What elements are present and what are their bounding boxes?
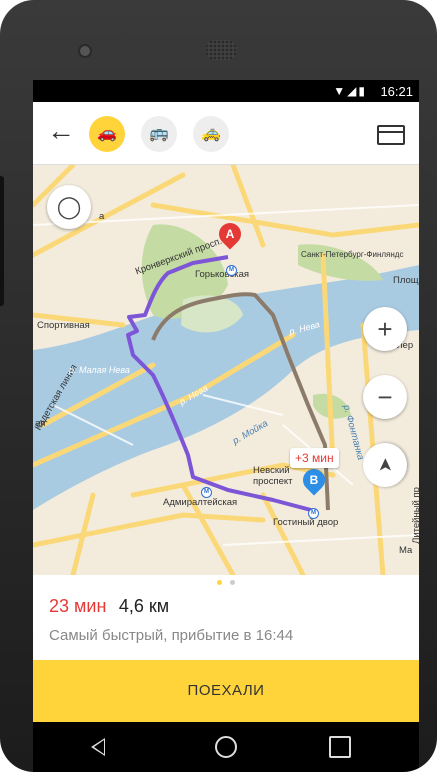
speaker-grille xyxy=(205,40,237,60)
taxi-mode-button[interactable]: 🚕 xyxy=(193,116,229,152)
metro-icon: M xyxy=(308,508,319,519)
camera-icon xyxy=(78,44,92,58)
route-duration: 23 мин xyxy=(49,596,107,616)
phone-frame: ▼◢▮ 16:21 ← 🚗 🚌 🚕 а Кронверкский просп. … xyxy=(0,0,437,772)
go-button[interactable]: ПОЕХАЛИ xyxy=(33,660,419,722)
map-label-gostiny-dvor: Гостиный двор xyxy=(273,517,339,528)
pin-b-label: B xyxy=(309,473,319,487)
car-mode-button[interactable]: 🚗 xyxy=(89,116,125,152)
signal-battery-icons: ▼◢▮ xyxy=(333,84,367,98)
side-button xyxy=(0,176,4,306)
status-bar: ▼◢▮ 16:21 xyxy=(33,80,419,102)
pin-a-label: A xyxy=(225,227,235,241)
river-label-malaya-neva: р. Малая Нева xyxy=(69,365,130,375)
compass-icon[interactable]: ◯ xyxy=(47,185,91,229)
map-label-litey: Литейный пр xyxy=(410,487,419,544)
nav-home-icon[interactable] xyxy=(215,736,237,758)
map-label-nevsky-prospekt: Невский проспект xyxy=(253,465,293,487)
route-summary[interactable]: 23 мин 4,6 км Самый быстрый, прибытие в … xyxy=(49,596,409,644)
map-label-plosh: Площ xyxy=(393,275,419,286)
pin-a-start[interactable]: A xyxy=(214,218,246,250)
route-description: Самый быстрый, прибытие в 16:44 xyxy=(49,627,294,644)
list-view-icon[interactable] xyxy=(377,125,405,145)
nav-recents-icon[interactable] xyxy=(329,736,351,758)
map-label-gorkovskaya: Горьковская xyxy=(195,269,250,280)
pin-b-destination[interactable]: B xyxy=(298,464,330,496)
back-arrow-icon[interactable]: ← xyxy=(47,116,77,146)
bus-mode-button[interactable]: 🚌 xyxy=(141,116,177,152)
locate-me-icon[interactable]: ➤ xyxy=(363,443,407,487)
zoom-in-button[interactable]: + xyxy=(363,307,407,351)
app-screen: ▼◢▮ 16:21 ← 🚗 🚌 🚕 а Кронверкский просп. … xyxy=(33,80,419,772)
page-indicator xyxy=(33,576,419,590)
map-label-aya: ая xyxy=(35,418,46,429)
transport-toolbar: ← 🚗 🚌 🚕 xyxy=(33,102,419,165)
map-label-a-left: а xyxy=(99,211,105,222)
nav-back-icon-inner xyxy=(94,740,104,754)
android-nav-bar xyxy=(33,722,419,772)
map-label-ma: Ма xyxy=(399,545,413,556)
metro-icon: M xyxy=(201,487,212,498)
route-distance: 4,6 км xyxy=(118,596,170,616)
metro-icon: M xyxy=(226,265,237,276)
zoom-out-button[interactable]: − xyxy=(363,375,407,419)
map-view[interactable]: а Кронверкский просп. Горьковская Санкт-… xyxy=(33,165,419,575)
page-dot xyxy=(230,580,236,585)
map-label-finland-station: Санкт-Петербург-Финляндс xyxy=(301,250,404,259)
status-time: 16:21 xyxy=(380,84,413,99)
phone-top-bezel xyxy=(0,0,437,80)
delay-badge[interactable]: +3 мин xyxy=(290,448,339,468)
map-label-admiralteyskaya: Адмиралтейская xyxy=(163,497,238,508)
page-dot-active xyxy=(216,580,222,585)
map-label-sportivnaya: Спортивная xyxy=(37,320,90,331)
